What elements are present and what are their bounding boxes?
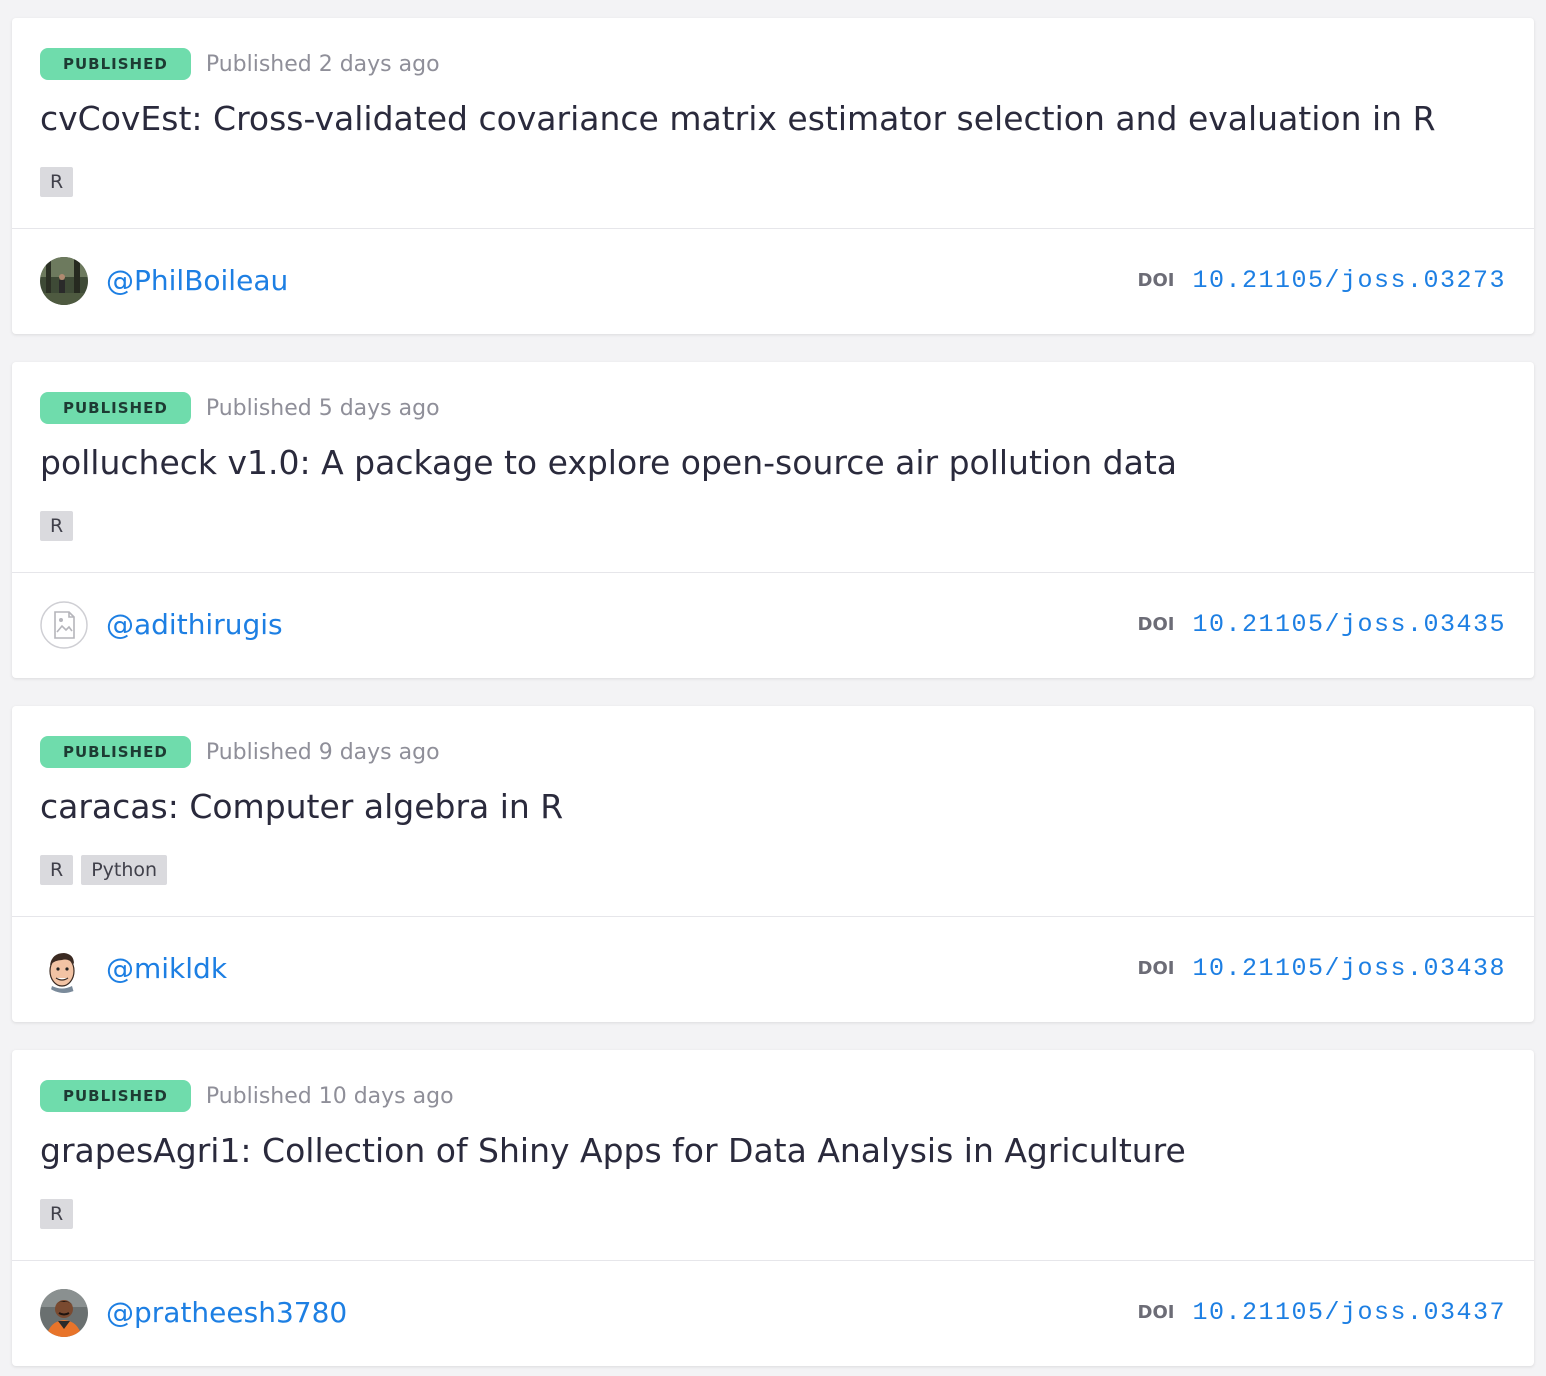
doi-link[interactable]: 10.21105/joss.03273 (1192, 266, 1506, 295)
paper-card-footer: @mikldk DOI 10.21105/joss.03438 (12, 917, 1534, 1021)
language-tags: R (40, 1199, 81, 1229)
status-row: PUBLISHED Published 10 days ago (40, 1080, 454, 1112)
paper-card: PUBLISHED Published 9 days ago caracas: … (12, 706, 1534, 1022)
status-badge: PUBLISHED (40, 392, 191, 424)
paper-card-header: PUBLISHED Published 10 days ago grapesAg… (12, 1050, 1534, 1261)
doi-label: DOI (1137, 269, 1175, 291)
language-tag[interactable]: R (40, 1199, 74, 1229)
status-badge: PUBLISHED (40, 736, 191, 768)
doi-link[interactable]: 10.21105/joss.03437 (1192, 1298, 1506, 1327)
status-row: PUBLISHED Published 5 days ago (40, 392, 440, 424)
language-tags: R (40, 511, 81, 541)
author-link[interactable]: @mikldk (106, 949, 227, 989)
language-tag[interactable]: R (40, 511, 74, 541)
doi-label: DOI (1137, 957, 1175, 979)
doi-link[interactable]: 10.21105/joss.03435 (1192, 610, 1506, 639)
doi-link[interactable]: 10.21105/joss.03438 (1192, 954, 1506, 983)
doi-label: DOI (1137, 613, 1175, 635)
published-date: Published 9 days ago (205, 739, 440, 765)
paper-card-header: PUBLISHED Published 9 days ago caracas: … (12, 706, 1534, 917)
language-tag[interactable]: R (40, 167, 74, 197)
avatar[interactable] (40, 257, 88, 305)
status-badge: PUBLISHED (40, 1080, 191, 1112)
paper-card: PUBLISHED Published 5 days ago polluchec… (12, 362, 1534, 678)
author-link[interactable]: @pratheesh3780 (106, 1293, 347, 1333)
paper-card: PUBLISHED Published 10 days ago grapesAg… (12, 1050, 1534, 1366)
status-badge: PUBLISHED (40, 48, 191, 80)
paper-card-footer: @adithirugis DOI 10.21105/joss.03435 (12, 573, 1534, 677)
avatar[interactable] (40, 1289, 88, 1337)
author-photo (40, 257, 88, 305)
status-row: PUBLISHED Published 9 days ago (40, 736, 440, 768)
paper-card-footer: @pratheesh3780 DOI 10.21105/joss.03437 (12, 1261, 1534, 1365)
paper-card: PUBLISHED Published 2 days ago cvCovEst:… (12, 18, 1534, 334)
paper-title[interactable]: cvCovEst: Cross-validated covariance mat… (40, 98, 1436, 140)
author-link[interactable]: @adithirugis (106, 605, 283, 645)
author-link[interactable]: @PhilBoileau (106, 261, 288, 301)
language-tags: R (40, 167, 81, 197)
paper-card-header: PUBLISHED Published 5 days ago polluchec… (12, 362, 1534, 573)
status-row: PUBLISHED Published 2 days ago (40, 48, 440, 80)
paper-title[interactable]: caracas: Computer algebra in R (40, 786, 563, 828)
language-tags: R Python (40, 855, 175, 885)
doi-block: DOI 10.21105/joss.03273 (1138, 263, 1507, 297)
published-date: Published 5 days ago (205, 395, 440, 421)
doi-block: DOI 10.21105/joss.03438 (1138, 951, 1507, 985)
avatar[interactable] (40, 945, 88, 993)
paper-title[interactable]: grapesAgri1: Collection of Shiny Apps fo… (40, 1130, 1186, 1172)
doi-block: DOI 10.21105/joss.03437 (1138, 1295, 1507, 1329)
paper-title[interactable]: pollucheck v1.0: A package to explore op… (40, 442, 1177, 484)
doi-block: DOI 10.21105/joss.03435 (1138, 607, 1507, 641)
author-photo (40, 1289, 88, 1337)
cartoon-face-avatar (40, 945, 88, 993)
published-date: Published 10 days ago (205, 1083, 454, 1109)
paper-card-footer: @PhilBoileau DOI 10.21105/joss.03273 (12, 229, 1534, 333)
broken-image-icon (40, 601, 88, 649)
avatar[interactable] (40, 601, 88, 649)
language-tag[interactable]: Python (81, 855, 168, 885)
doi-label: DOI (1137, 1301, 1175, 1323)
language-tag[interactable]: R (40, 855, 74, 885)
published-date: Published 2 days ago (205, 51, 440, 77)
paper-card-header: PUBLISHED Published 2 days ago cvCovEst:… (12, 18, 1534, 229)
